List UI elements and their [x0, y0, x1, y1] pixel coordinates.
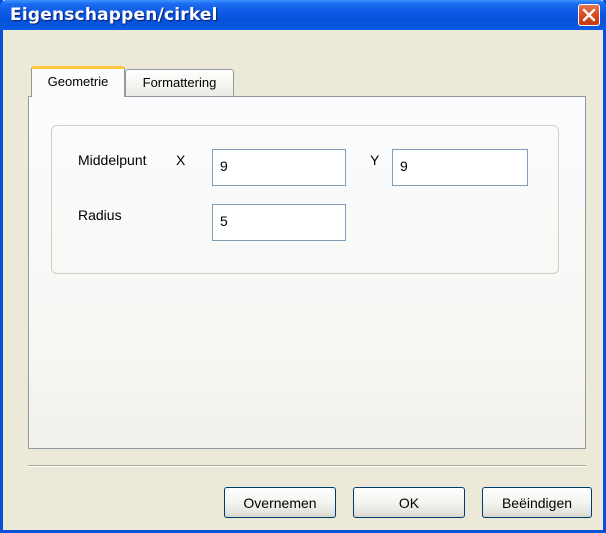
close-button[interactable]	[578, 4, 600, 26]
y-label: Y	[370, 152, 380, 168]
window-title: Eigenschappen/cirkel	[10, 5, 218, 25]
x-label: X	[176, 152, 186, 168]
close-icon	[582, 8, 596, 22]
dialog-window: Eigenschappen/cirkel Geometrie Formatter…	[0, 0, 606, 533]
center-label: Middelpunt	[78, 152, 147, 168]
center-x-input[interactable]: 9	[212, 149, 346, 186]
center-y-input[interactable]: 9	[392, 149, 528, 186]
tab-formattering[interactable]: Formattering	[125, 69, 234, 96]
radius-input[interactable]: 5	[212, 204, 346, 241]
radius-label: Radius	[78, 207, 122, 223]
separator	[28, 465, 586, 467]
close-dialog-button[interactable]: Beëindigen	[482, 487, 592, 518]
title-bar[interactable]: Eigenschappen/cirkel	[0, 0, 606, 30]
tab-panel-geometrie: Middelpunt X 9 Y 9 Radius 5	[28, 96, 586, 449]
apply-button[interactable]: Overnemen	[224, 487, 336, 518]
ok-button[interactable]: OK	[353, 487, 465, 518]
geometry-group: Middelpunt X 9 Y 9 Radius 5	[51, 125, 559, 274]
tab-geometrie[interactable]: Geometrie	[31, 66, 125, 97]
